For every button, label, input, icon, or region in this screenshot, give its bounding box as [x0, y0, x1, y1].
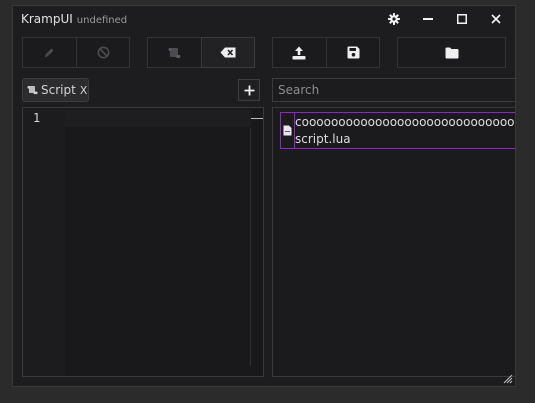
- minimize-button[interactable]: [417, 10, 439, 28]
- app-window: KrampUI undefined Script X 1 Search cooo…: [12, 5, 516, 387]
- save-button[interactable]: [326, 37, 380, 68]
- gear-icon: [388, 13, 400, 25]
- file-path: script.lua: [295, 132, 351, 146]
- execute-button[interactable]: [22, 37, 76, 68]
- editor-scrollbar-marker: [251, 118, 263, 119]
- tab-script[interactable]: Script X: [22, 78, 89, 102]
- import-button[interactable]: [272, 37, 326, 68]
- search-placeholder: Search: [278, 83, 320, 97]
- app-name: KrampUI: [21, 12, 73, 26]
- scripts-button[interactable]: [147, 37, 201, 68]
- minimize-icon: [423, 18, 433, 20]
- title-bar[interactable]: KrampUI undefined: [13, 6, 515, 32]
- close-icon: [491, 14, 501, 24]
- block-icon: [97, 46, 109, 59]
- code-editor[interactable]: 1: [22, 107, 264, 377]
- open-folder-button[interactable]: [397, 37, 506, 68]
- upload-icon: [292, 46, 306, 59]
- file-item[interactable]: cooooooooooooooooooooooooooooooooooooooo…: [280, 112, 516, 149]
- file-list: cooooooooooooooooooooooooooooooooooooooo…: [272, 107, 516, 377]
- file-icon-box: [281, 113, 295, 148]
- app-subtitle: undefined: [76, 15, 128, 26]
- file-icon: [283, 125, 292, 136]
- kill-button[interactable]: [76, 37, 130, 68]
- pencil-icon: [45, 48, 54, 57]
- line-gutter: 1: [23, 108, 65, 376]
- app-title: KrampUI undefined: [21, 12, 127, 26]
- tab-close-button[interactable]: X: [80, 84, 88, 97]
- search-input[interactable]: Search: [272, 78, 515, 102]
- active-line-highlight: [65, 110, 251, 127]
- maximize-button[interactable]: [451, 10, 473, 28]
- clear-button[interactable]: [201, 37, 255, 68]
- floppy-icon: [347, 46, 359, 59]
- add-tab-button[interactable]: [238, 79, 260, 101]
- resize-grip-icon[interactable]: [501, 372, 513, 384]
- file-name: cooooooooooooooooooooooooooooooooooooooo…: [295, 115, 516, 129]
- folder-icon: [445, 47, 458, 58]
- scroll-icon: [168, 47, 180, 58]
- close-button[interactable]: [485, 10, 507, 28]
- line-number: 1: [33, 111, 41, 125]
- editor-margin-guide: [250, 128, 251, 366]
- scroll-icon: [27, 86, 38, 95]
- settings-button[interactable]: [383, 10, 405, 28]
- tab-label: Script: [41, 83, 76, 97]
- plus-icon: [244, 85, 254, 95]
- backspace-icon: [220, 47, 236, 58]
- maximize-icon: [457, 14, 467, 24]
